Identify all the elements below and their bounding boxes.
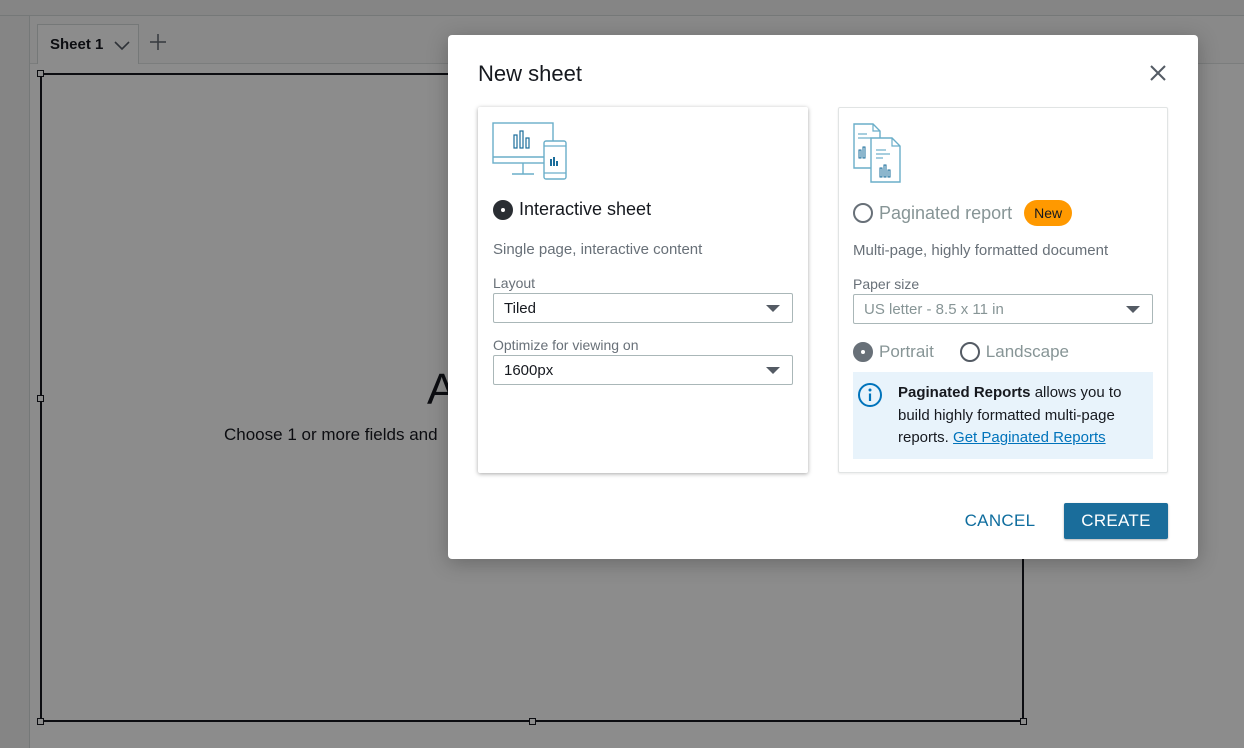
interactive-sheet-label: Interactive sheet [519, 199, 652, 219]
optimize-value: 1600px [504, 361, 554, 379]
portrait-label: Portrait [879, 342, 934, 361]
optimize-label: Optimize for viewing on [493, 337, 639, 353]
close-icon[interactable] [1148, 63, 1168, 83]
caret-down-icon [766, 305, 780, 312]
dialog-title: New sheet [478, 61, 582, 86]
get-paginated-reports-link[interactable]: Get Paginated Reports [953, 429, 1106, 446]
paginated-info-box: Paginated Reports allows you to build hi… [853, 372, 1153, 459]
new-badge: New [1024, 200, 1073, 226]
interactive-sheet-radio[interactable] [493, 199, 513, 220]
paginated-report-option[interactable]: Paginated report New [853, 200, 1073, 226]
interactive-sheet-description: Single page, interactive content [493, 241, 703, 258]
caret-down-icon [766, 367, 780, 374]
paginated-report-label: Paginated report [879, 202, 1013, 223]
portrait-radio[interactable] [853, 342, 873, 362]
layout-label: Layout [493, 275, 536, 291]
report-illustration-icon [853, 123, 901, 183]
caret-down-icon [1126, 306, 1140, 313]
paper-size-value: US letter - 8.5 x 11 in [864, 300, 1004, 318]
info-icon [858, 383, 882, 407]
interactive-sheet-card[interactable]: Interactive sheet Single page, interacti… [478, 107, 808, 473]
orientation-options: Portrait Landscape [853, 342, 1069, 362]
paginated-report-description: Multi-page, highly formatted document [853, 242, 1109, 259]
paginated-report-radio[interactable] [853, 203, 873, 223]
create-button[interactable]: CREATE [1064, 503, 1168, 539]
paginated-report-card[interactable]: Paginated report New Multi-page, highly … [838, 107, 1168, 473]
paper-size-label: Paper size [853, 276, 920, 292]
optimize-select[interactable]: 1600px [493, 355, 793, 385]
paper-size-select[interactable]: US letter - 8.5 x 11 in [853, 294, 1153, 324]
cancel-button[interactable]: CANCEL [955, 503, 1045, 539]
landscape-label: Landscape [985, 342, 1069, 361]
new-sheet-dialog: New sheet Interactive sheet Single page,… [448, 35, 1198, 559]
info-strong-text: Paginated Reports [898, 384, 1031, 401]
landscape-radio[interactable] [959, 342, 980, 362]
interactive-sheet-option[interactable]: Interactive sheet [493, 199, 651, 220]
layout-select[interactable]: Tiled [493, 293, 793, 323]
layout-value: Tiled [504, 299, 536, 317]
dashboard-illustration-icon [492, 122, 567, 180]
